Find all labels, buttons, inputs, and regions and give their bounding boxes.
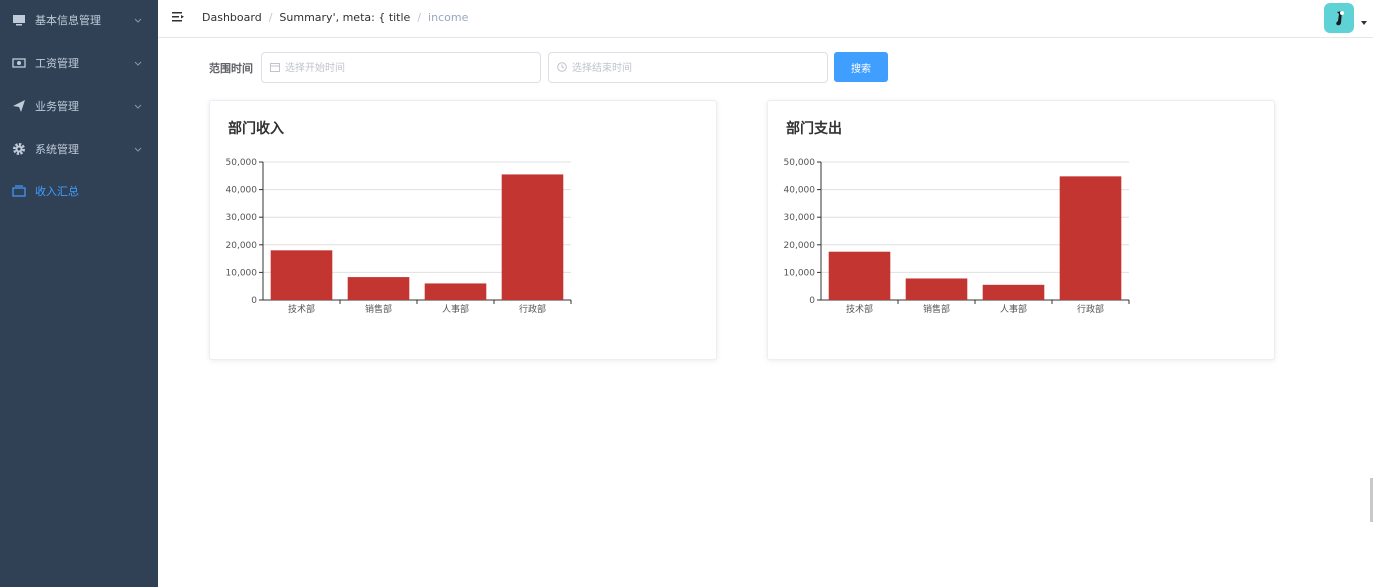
sidebar-item-income-summary[interactable]: 收入汇总 xyxy=(0,169,158,212)
x-tick-label: 人事部 xyxy=(1000,303,1027,315)
sidebar-item-label: 业务管理 xyxy=(35,99,79,113)
sidebar-item-label: 收入汇总 xyxy=(35,184,79,198)
sidebar-item-label: 工资管理 xyxy=(35,56,79,70)
y-tick-label: 0 xyxy=(251,296,257,306)
department-expense-card: 部门支出 0 10,000 20,000 30,000 40,000 50,000 技术部销… xyxy=(767,100,1275,360)
x-tick-label: 销售部 xyxy=(365,303,392,315)
avatar[interactable] xyxy=(1324,3,1354,33)
y-tick-label: 20,000 xyxy=(784,241,816,251)
y-tick-label: 10,000 xyxy=(226,268,258,278)
x-tick-label: 人事部 xyxy=(442,303,469,315)
calendar-icon xyxy=(270,63,280,72)
wallet-icon xyxy=(12,184,26,197)
y-tick-label: 20,000 xyxy=(226,241,258,251)
x-tick-label: 技术部 xyxy=(846,303,873,315)
y-tick-label: 30,000 xyxy=(226,213,258,223)
bar xyxy=(828,251,891,300)
breadcrumb-summary[interactable]: Summary', meta: { title xyxy=(279,11,410,24)
breadcrumb-separator: / xyxy=(268,11,273,24)
x-tick-label: 技术部 xyxy=(288,303,315,315)
gear-icon xyxy=(13,142,25,155)
sidebar-item-label: 系统管理 xyxy=(35,142,79,156)
chevron-down-icon xyxy=(134,104,142,109)
expense-bar-chart: 0 10,000 20,000 30,000 40,000 50,000 技术部 销售部 人事部… xyxy=(784,158,1130,315)
sidebar-item-business[interactable]: 业务管理 xyxy=(0,84,158,127)
chevron-down-icon xyxy=(134,18,142,23)
bar xyxy=(347,277,410,300)
breadcrumb-separator: / xyxy=(417,11,422,24)
clock-icon xyxy=(557,62,567,72)
start-time-picker[interactable] xyxy=(261,52,541,83)
y-tick-label: 50,000 xyxy=(784,158,816,168)
y-tick-label: 0 xyxy=(809,296,815,306)
x-tick-label: 销售部 xyxy=(923,303,950,315)
y-tick-label: 30,000 xyxy=(784,213,816,223)
bar xyxy=(424,283,487,300)
bar xyxy=(270,250,333,300)
y-tick-label: 50,000 xyxy=(226,158,258,168)
breadcrumb-dashboard[interactable]: Dashboard xyxy=(202,11,262,24)
time-range-label: 范围时间 xyxy=(209,62,253,75)
money-icon xyxy=(12,57,26,68)
breadcrumb: Dashboard / Summary', meta: { title / in… xyxy=(202,11,468,24)
chevron-down-icon xyxy=(134,147,142,152)
avatar-image-icon xyxy=(1336,11,1344,26)
bar xyxy=(982,284,1045,300)
y-tick-label: 40,000 xyxy=(226,186,258,196)
chevron-down-icon xyxy=(134,61,142,66)
sidebar-item-system[interactable]: 系统管理 xyxy=(0,127,158,170)
sidebar-item-basic-info[interactable]: 基本信息管理 xyxy=(0,0,158,41)
bar xyxy=(1059,176,1122,300)
sidebar: 基本信息管理 工资管理 业务管理 系统管理 收入汇总 xyxy=(0,0,158,587)
y-tick-label: 10,000 xyxy=(784,268,816,278)
bar xyxy=(905,278,968,300)
breadcrumb-current: income xyxy=(428,11,469,24)
start-time-input[interactable] xyxy=(285,58,525,78)
department-income-card: 部门收入 0 10,000 20,000 30,000 40,000 50,000 技术部销… xyxy=(209,100,717,360)
x-tick-label: 行政部 xyxy=(1077,303,1104,315)
sidebar-item-label: 基本信息管理 xyxy=(35,13,101,27)
y-tick-label: 40,000 xyxy=(784,186,816,196)
x-tick-label: 行政部 xyxy=(519,303,546,315)
search-button[interactable]: 搜索 xyxy=(834,52,888,82)
end-time-picker[interactable] xyxy=(548,52,828,83)
end-time-input[interactable] xyxy=(572,58,812,78)
monitor-icon xyxy=(13,14,25,25)
send-icon xyxy=(13,99,25,112)
hamburger-icon[interactable] xyxy=(171,10,185,24)
navbar: Dashboard / Summary', meta: { title / in… xyxy=(158,0,1373,38)
bar xyxy=(501,174,564,300)
sidebar-item-salary[interactable]: 工资管理 xyxy=(0,41,158,84)
income-bar-chart: 0 10,000 20,000 30,000 40,000 50,000 技术部 销售部 人事部… xyxy=(226,158,572,315)
caret-down-icon[interactable] xyxy=(1361,21,1367,25)
